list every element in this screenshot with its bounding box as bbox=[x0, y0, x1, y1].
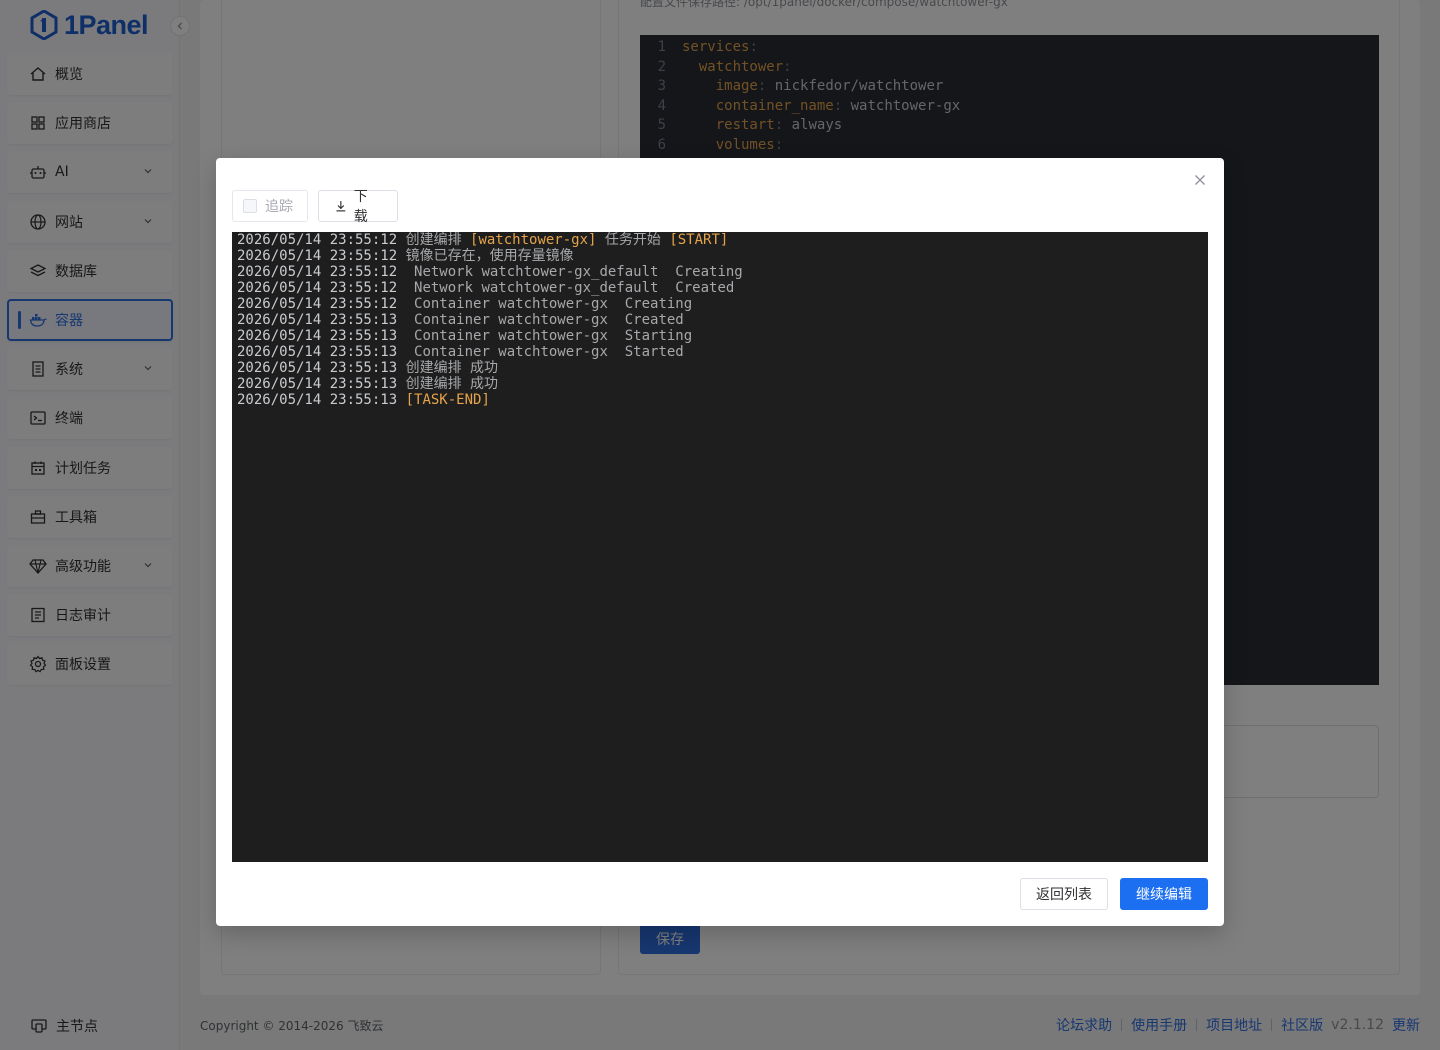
log-text: 创建编排 成功 bbox=[397, 376, 499, 392]
log-text: 镜像已存在，使用存量镜像 bbox=[397, 248, 574, 264]
log-timestamp: 2026/05/14 23:55:12 bbox=[237, 248, 398, 264]
log-toolbar: 追踪 下载 bbox=[232, 189, 398, 225]
log-text: [TASK-END] bbox=[405, 392, 490, 408]
log-timestamp: 2026/05/14 23:55:13 bbox=[237, 312, 398, 328]
log-line: 2026/05/14 23:55:12 Network watchtower-g… bbox=[237, 280, 1203, 296]
log-timestamp: 2026/05/14 23:55:12 bbox=[237, 264, 398, 280]
log-viewer[interactable]: 2026/05/14 23:55:12 创建编排 [watchtower-gx]… bbox=[232, 232, 1208, 862]
log-text: Container watchtower-gx Created bbox=[397, 312, 684, 328]
log-timestamp: 2026/05/14 23:55:12 bbox=[237, 232, 398, 248]
log-timestamp: 2026/05/14 23:55:13 bbox=[237, 392, 398, 408]
log-timestamp: 2026/05/14 23:55:13 bbox=[237, 360, 398, 376]
log-timestamp: 2026/05/14 23:55:13 bbox=[237, 376, 398, 392]
track-label: 追踪 bbox=[265, 199, 293, 215]
log-text: 任务开始 bbox=[596, 232, 670, 248]
log-line: 2026/05/14 23:55:13 [TASK-END] bbox=[237, 392, 1203, 408]
log-text: Container watchtower-gx Creating bbox=[397, 296, 693, 312]
track-toggle[interactable]: 追踪 bbox=[232, 190, 308, 222]
log-text: Container watchtower-gx Starting bbox=[397, 328, 693, 344]
download-button[interactable]: 下载 bbox=[318, 189, 398, 225]
log-timestamp: 2026/05/14 23:55:13 bbox=[237, 344, 398, 360]
download-label: 下载 bbox=[353, 189, 368, 225]
log-line: 2026/05/14 23:55:13 创建编排 成功 bbox=[237, 376, 1203, 392]
log-timestamp: 2026/05/14 23:55:13 bbox=[237, 328, 398, 344]
back-to-list-button[interactable]: 返回列表 bbox=[1020, 878, 1108, 910]
log-line: 2026/05/14 23:55:13 Container watchtower… bbox=[237, 312, 1203, 328]
task-log-dialog: 追踪 下载 2026/05/14 23:55:12 创建编排 [watchtow… bbox=[216, 158, 1224, 926]
log-text: Network watchtower-gx_default Creating bbox=[397, 264, 743, 280]
log-text: Network watchtower-gx_default Created bbox=[397, 280, 735, 296]
log-text: [START] bbox=[669, 232, 729, 248]
log-text: 创建编排 bbox=[397, 232, 471, 248]
log-text: 创建编排 成功 bbox=[397, 360, 499, 376]
log-line: 2026/05/14 23:55:13 Container watchtower… bbox=[237, 344, 1203, 360]
close-button[interactable] bbox=[1192, 172, 1208, 188]
log-timestamp: 2026/05/14 23:55:12 bbox=[237, 280, 398, 296]
log-text: Container watchtower-gx Started bbox=[397, 344, 684, 360]
log-line: 2026/05/14 23:55:13 Container watchtower… bbox=[237, 328, 1203, 344]
dialog-footer: 返回列表 继续编辑 bbox=[1020, 878, 1208, 910]
download-icon bbox=[336, 201, 346, 212]
log-line: 2026/05/14 23:55:12 创建编排 [watchtower-gx]… bbox=[237, 232, 1203, 248]
log-timestamp: 2026/05/14 23:55:12 bbox=[237, 296, 398, 312]
continue-edit-button[interactable]: 继续编辑 bbox=[1120, 878, 1208, 910]
log-line: 2026/05/14 23:55:12 镜像已存在，使用存量镜像 bbox=[237, 248, 1203, 264]
log-line: 2026/05/14 23:55:12 Network watchtower-g… bbox=[237, 264, 1203, 280]
log-line: 2026/05/14 23:55:13 创建编排 成功 bbox=[237, 360, 1203, 376]
close-icon bbox=[1195, 175, 1205, 185]
log-line: 2026/05/14 23:55:12 Container watchtower… bbox=[237, 296, 1203, 312]
log-text: [watchtower-gx] bbox=[470, 232, 597, 248]
track-checkbox[interactable] bbox=[243, 199, 257, 213]
